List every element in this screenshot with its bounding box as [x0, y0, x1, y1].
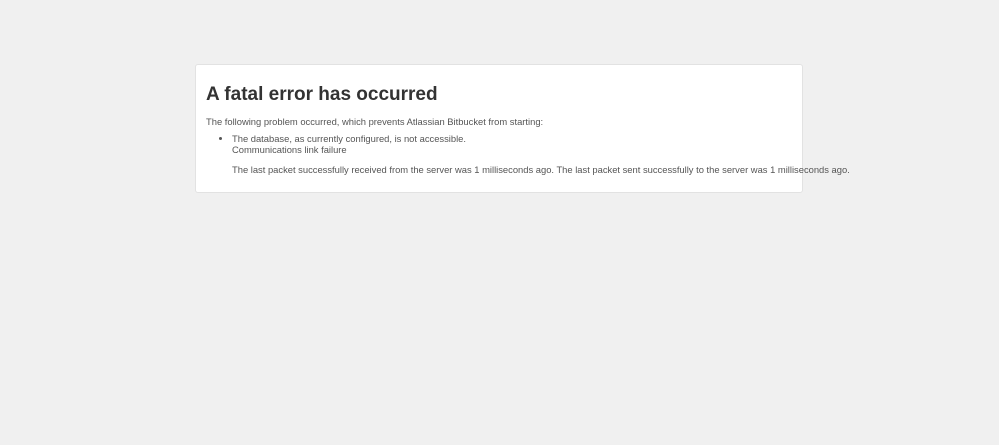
error-card: A fatal error has occurred The following…	[195, 64, 850, 193]
problem-detail: Communications link failure	[232, 143, 347, 155]
problem-extra: The last packet successfully received fr…	[232, 163, 850, 175]
problem-message: The database, as currently configured, i…	[232, 133, 466, 144]
page-title: A fatal error has occurred	[206, 84, 438, 105]
list-item: The database, as currently configured, i…	[232, 133, 850, 175]
problem-list: The database, as currently configured, i…	[222, 133, 850, 175]
error-intro: The following problem occurred, which pr…	[206, 116, 544, 127]
